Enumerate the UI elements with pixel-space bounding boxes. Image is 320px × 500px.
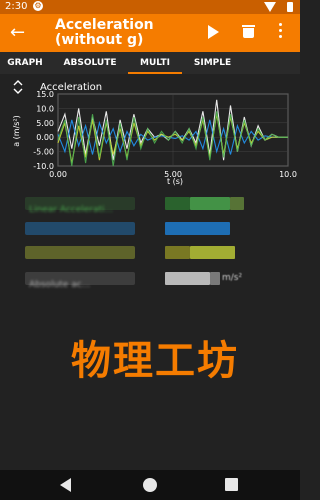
page-title: Acceleration (without g) bbox=[55, 18, 154, 48]
value-row-absolute[interactable]: Absolute ac... m/s² bbox=[25, 272, 270, 290]
value-row-value bbox=[210, 272, 220, 285]
play-icon[interactable] bbox=[208, 25, 219, 39]
nav-back-icon[interactable] bbox=[60, 478, 71, 492]
y-tick-label: 10.0 bbox=[36, 104, 54, 113]
watermark-text: 物理工坊 bbox=[71, 338, 239, 384]
y-tick-label: 15.0 bbox=[36, 90, 54, 99]
value-row-unit: m/s² bbox=[222, 273, 243, 283]
tab-graph[interactable]: GRAPH bbox=[0, 52, 50, 74]
value-row-label: Linear Accelerati... bbox=[25, 197, 135, 215]
x-tick-label: 0.00 bbox=[49, 170, 67, 179]
tab-bar: GRAPH ABSOLUTE MULTI SIMPLE bbox=[0, 52, 300, 74]
system-nav-bar bbox=[0, 470, 300, 500]
x-tick-label: 10.0 bbox=[279, 170, 297, 179]
trash-icon[interactable] bbox=[242, 25, 255, 38]
value-row-value bbox=[165, 197, 190, 210]
value-row-value bbox=[165, 272, 210, 285]
value-row-linear[interactable]: Linear Accelerati... bbox=[25, 197, 270, 215]
wifi-icon bbox=[264, 2, 276, 12]
value-row-y[interactable] bbox=[25, 246, 270, 259]
value-row-label-text: Linear Accelerati... bbox=[29, 205, 114, 215]
y-tick-label: 0.00 bbox=[36, 133, 54, 142]
y-tick-label: 5.00 bbox=[36, 119, 54, 128]
acceleration-graph[interactable]: Acceleration a (m/s²) t (s) 15.0 10.0 5.00… bbox=[0, 74, 300, 194]
tab-multi[interactable]: MULTI bbox=[128, 52, 182, 74]
page-title-line2: (without g) bbox=[55, 32, 144, 48]
nav-home-icon[interactable] bbox=[143, 478, 157, 492]
value-row-value bbox=[230, 197, 244, 210]
y-tick-label: -5.00 bbox=[33, 148, 54, 157]
x-tick-label: 5.00 bbox=[164, 170, 182, 179]
value-row-value bbox=[165, 222, 230, 235]
value-row-value bbox=[190, 197, 230, 210]
value-row-value bbox=[165, 246, 190, 259]
nav-recents-icon[interactable] bbox=[225, 478, 238, 491]
battery-icon bbox=[287, 2, 293, 12]
overflow-menu-icon[interactable] bbox=[279, 23, 283, 41]
settings-gear-icon: ⚙ bbox=[33, 1, 43, 11]
value-row-label bbox=[25, 246, 135, 259]
value-row-label: Absolute ac... bbox=[25, 272, 135, 290]
app-bar: ← Acceleration (without g) bbox=[0, 14, 300, 52]
tab-simple[interactable]: SIMPLE bbox=[185, 52, 240, 74]
acceleration-chart-svg[interactable]: Acceleration a (m/s²) t (s) 15.010.05.00… bbox=[0, 74, 300, 194]
page-title-line1: Acceleration bbox=[55, 17, 154, 33]
back-arrow-icon[interactable]: ← bbox=[10, 23, 25, 43]
value-row-label bbox=[25, 222, 135, 235]
tab-absolute[interactable]: ABSOLUTE bbox=[55, 52, 125, 74]
value-row-label-text: Absolute ac... bbox=[29, 280, 91, 290]
value-row-x[interactable] bbox=[25, 222, 270, 235]
status-time: 2:30 bbox=[5, 1, 28, 12]
value-row-value bbox=[190, 246, 235, 259]
y-axis-label: a (m/s²) bbox=[12, 115, 21, 147]
status-bar: 2:30 ⚙ bbox=[0, 0, 300, 14]
expand-collapse-icon[interactable] bbox=[13, 80, 23, 94]
